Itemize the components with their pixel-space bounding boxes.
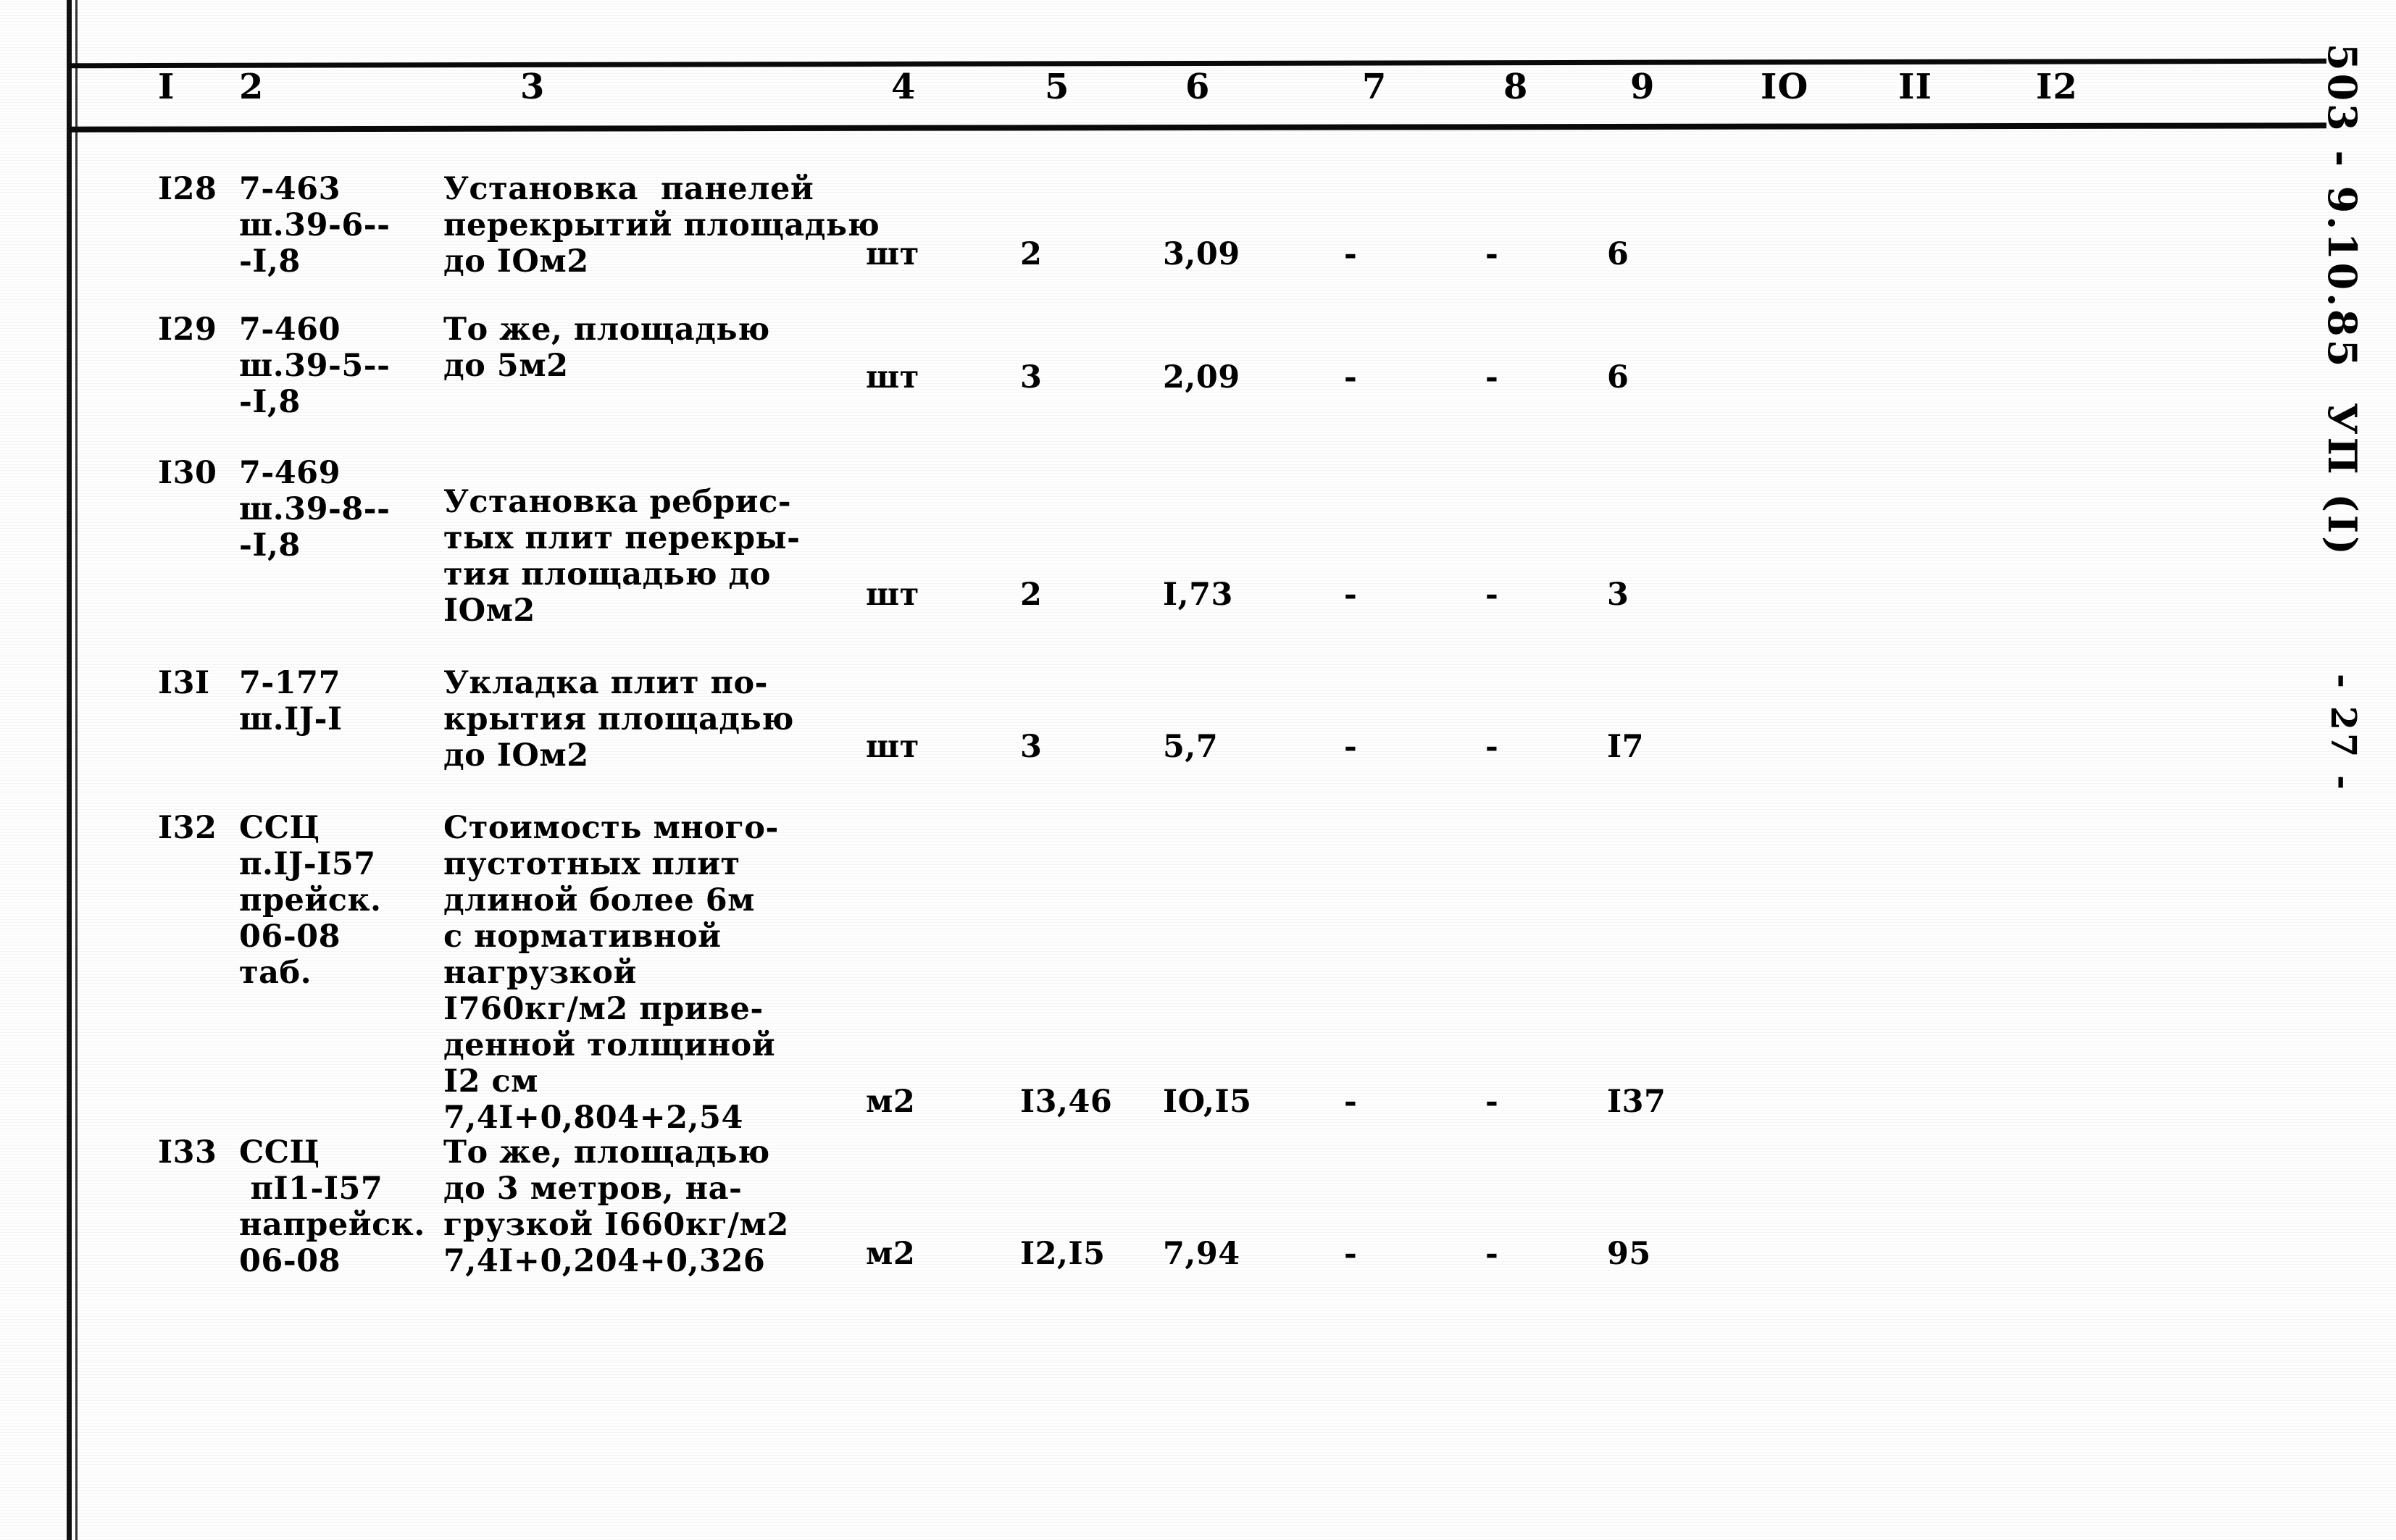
row-number: I29 — [158, 311, 217, 348]
row-value-col9: 95 — [1607, 1236, 1651, 1272]
row-number: I30 — [158, 455, 217, 491]
row-quantity: I3,46 — [1020, 1084, 1113, 1120]
row-description: Укладка плит по- крытия площадью до IOм2 — [443, 665, 794, 774]
row-code: ССЦ п.IJ-I57 прейск. 06-08 таб. — [239, 810, 382, 991]
column-header-12: I2 — [2036, 67, 2078, 107]
left-margin-rule-secondary — [75, 0, 78, 1540]
column-header-4: 4 — [891, 67, 917, 107]
row-value-col9: I7 — [1607, 729, 1645, 765]
row-description: То же, площадью до 5м2 — [443, 311, 770, 384]
column-header-5: 5 — [1045, 67, 1070, 107]
row-value-col7: - — [1344, 577, 1358, 613]
row-value-col6: 3,09 — [1163, 236, 1240, 272]
column-header-7: 7 — [1362, 67, 1387, 107]
row-unit: шт — [866, 577, 919, 613]
row-quantity: I2,I5 — [1020, 1236, 1106, 1272]
row-number: I3I — [158, 665, 210, 701]
column-header-8: 8 — [1503, 67, 1529, 107]
column-header-6: 6 — [1185, 67, 1211, 107]
row-unit: м2 — [866, 1236, 916, 1272]
row-description: Стоимость много- пустотных плит длиной б… — [443, 810, 779, 1136]
row-number: I33 — [158, 1134, 217, 1171]
row-value-col9: 6 — [1607, 359, 1629, 396]
row-value-col9: I37 — [1607, 1084, 1666, 1120]
row-value-col8: - — [1485, 236, 1499, 272]
row-number: I28 — [158, 171, 217, 207]
document-page: I 2 3 4 5 6 7 8 9 IO II I2 I28 7-463 ш.39-6-- -I,8 Ус… — [0, 0, 2396, 1540]
row-number: I32 — [158, 810, 217, 846]
row-value-col6: I,73 — [1163, 577, 1233, 613]
row-unit: шт — [866, 729, 919, 765]
row-value-col7: - — [1344, 729, 1358, 765]
row-value-col8: - — [1485, 1084, 1499, 1120]
row-description: Установка панелей перекрытий площадью до… — [443, 171, 880, 280]
row-code: 7-469 ш.39-8-- -I,8 — [239, 455, 391, 564]
row-unit: м2 — [866, 1084, 916, 1120]
row-value-col8: - — [1485, 577, 1499, 613]
header-rule-bottom — [69, 122, 2327, 133]
row-unit: шт — [866, 359, 919, 396]
row-value-col7: - — [1344, 1236, 1358, 1272]
column-header-9: 9 — [1630, 67, 1656, 107]
row-value-col6: IO,I5 — [1163, 1084, 1252, 1120]
side-stamp-code: 503 - 9.10.85 УП (I) — [2319, 43, 2366, 558]
row-value-col8: - — [1485, 1236, 1499, 1272]
row-value-col8: - — [1485, 359, 1499, 396]
row-unit: шт — [866, 236, 919, 272]
column-header-2: 2 — [239, 67, 264, 107]
row-value-col7: - — [1344, 359, 1358, 396]
column-header-11: II — [1898, 67, 1932, 107]
row-description: То же, площадью до 3 метров, на- грузкой… — [443, 1134, 789, 1279]
row-value-col6: 5,7 — [1163, 729, 1219, 765]
row-code: 7-177 ш.IJ-I — [239, 665, 343, 737]
row-value-col8: - — [1485, 729, 1499, 765]
row-quantity: 2 — [1020, 236, 1043, 272]
column-header-3: 3 — [520, 67, 546, 107]
row-value-col7: - — [1344, 236, 1358, 272]
row-quantity: 3 — [1020, 729, 1043, 765]
left-margin-rule — [67, 0, 72, 1540]
row-value-col7: - — [1344, 1084, 1358, 1120]
row-quantity: 2 — [1020, 577, 1043, 613]
row-value-col9: 3 — [1607, 577, 1629, 613]
column-header-1: I — [158, 67, 175, 107]
row-description: Установка ребрис- тых плит перекры- тия … — [443, 484, 801, 629]
row-value-col9: 6 — [1607, 236, 1629, 272]
row-code: 7-460 ш.39-5-- -I,8 — [239, 311, 391, 420]
row-code: 7-463 ш.39-6-- -I,8 — [239, 171, 391, 280]
row-value-col6: 7,94 — [1163, 1236, 1240, 1272]
row-quantity: 3 — [1020, 359, 1043, 396]
row-code: ССЦ пI1-I57 напрейск. 06-08 — [239, 1134, 425, 1279]
side-stamp-page: - 27 - — [2323, 674, 2363, 793]
column-header-10: IO — [1761, 67, 1809, 107]
row-value-col6: 2,09 — [1163, 359, 1240, 396]
